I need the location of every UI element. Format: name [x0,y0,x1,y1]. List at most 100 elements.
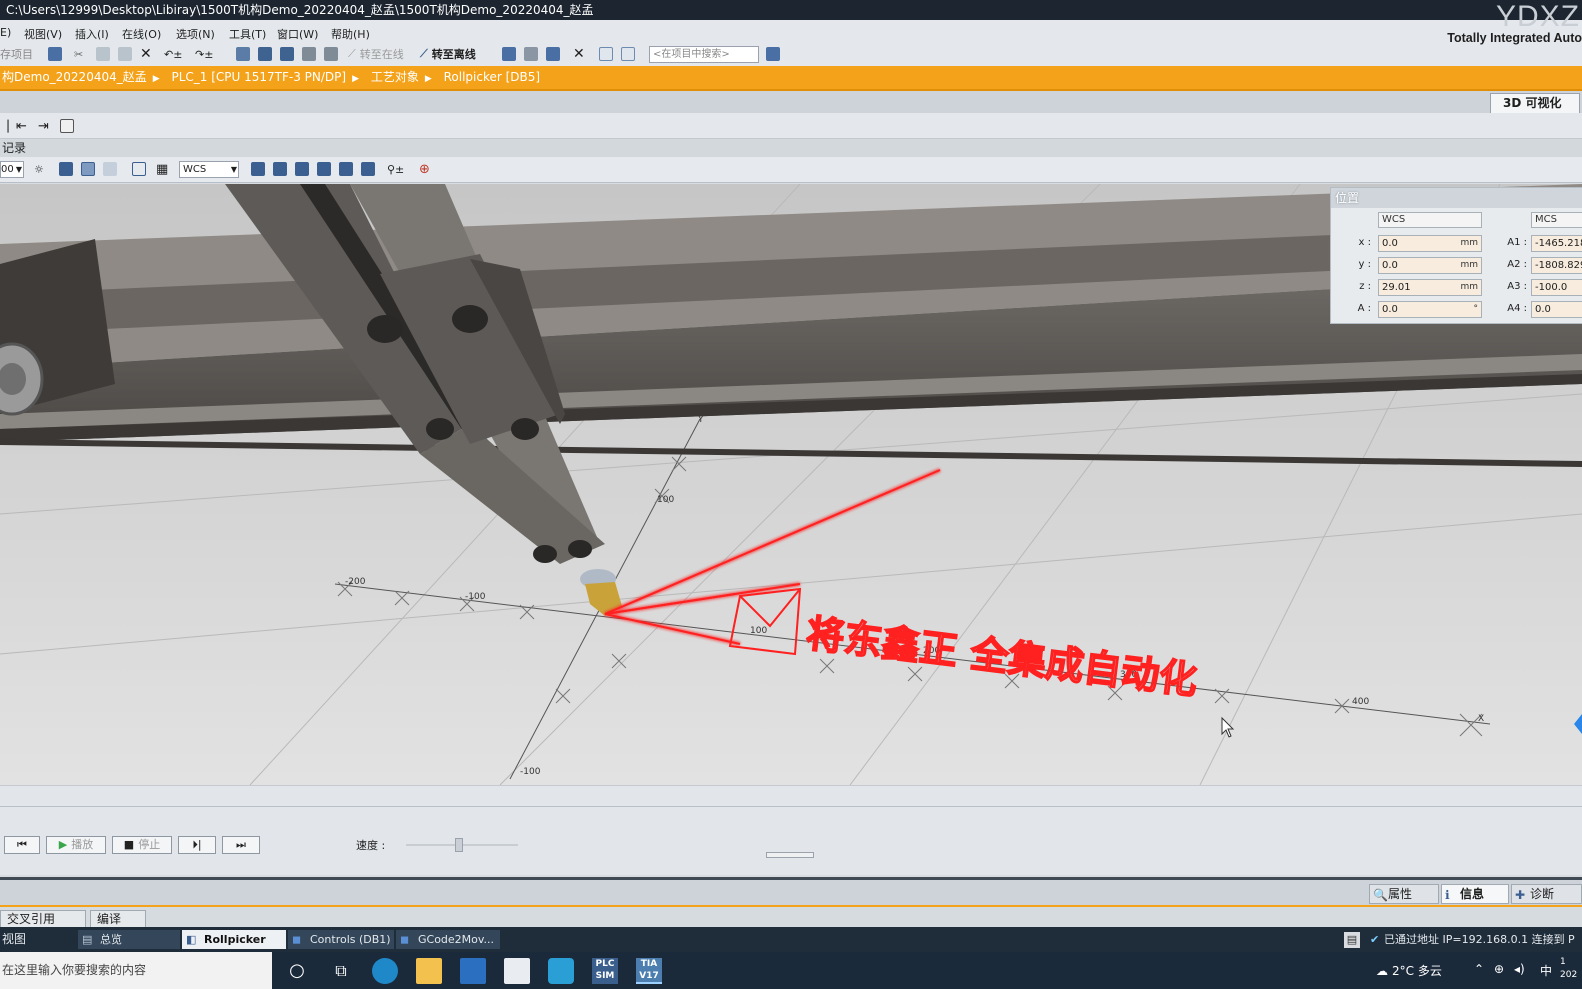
trace-settings-icon[interactable]: ⚲± [387,160,404,178]
tab-properties[interactable]: 🔍 属性 [1369,884,1439,904]
tab-compile[interactable]: 编译 [90,910,146,928]
network-icon[interactable]: ⊕ [1494,962,1504,976]
portal-tab-controls[interactable]: ◼ Controls (DB1) [288,930,394,949]
light-icon[interactable]: ☼ [34,160,44,178]
menu-options[interactable]: 选项(N) [176,26,215,42]
transparent-view-icon[interactable] [81,160,95,178]
cut-icon[interactable]: ✂ [74,45,83,63]
inspector-tab-strip: 🔍 属性 ℹ 信息 ✚ 诊断 [0,877,1582,905]
ime-indicator[interactable]: 中 [1540,962,1552,979]
redo-icon[interactable]: ↷± [195,45,213,63]
taskbar-search-input[interactable]: 在这里输入你要搜索的内容 [0,952,272,989]
close-editor-icon[interactable]: ✕ [573,45,585,63]
portal-tab-gcode2mov[interactable]: ◼ GCode2Mov... [396,930,500,949]
status-pane-icon[interactable]: ▤ [1344,932,1360,948]
tab-3d-visualization[interactable]: 3D 可视化 [1490,93,1580,113]
delete-icon[interactable]: ✕ [140,45,152,63]
window-title-bar: C:\Users\12999\Desktop\Libiray\1500T机构De… [0,0,1582,20]
copy-icon[interactable] [96,45,110,63]
fit-view-icon[interactable] [132,160,146,178]
check-icon: ✔ [1370,933,1380,946]
edge-icon[interactable] [372,958,398,984]
tab-info[interactable]: ℹ 信息 [1441,884,1509,904]
compile-icon[interactable] [236,45,250,63]
tia-portal-icon[interactable]: TIA V17 [636,958,662,984]
tray-chevron-icon[interactable]: ⌃ [1474,962,1484,976]
portal-tab-rollpicker[interactable]: ◧ Rollpicker [182,930,286,949]
app-icon[interactable] [548,958,574,984]
3d-viewport[interactable]: Y 100 -200 -100 100 200 300 400 X -100 将… [0,184,1582,785]
undo-icon[interactable]: ↶± [164,45,182,63]
axis-label-x-400: 400 [1352,697,1369,707]
paste-icon[interactable] [118,45,132,63]
cortana-icon[interactable]: ○ [284,958,310,984]
view-top-icon[interactable] [339,160,353,178]
tab-diagnostics[interactable]: ✚ 诊断 [1511,884,1582,904]
store-icon[interactable] [460,958,486,984]
divider [0,806,1582,807]
portal-bar: 视图 ▤ 总览 ◧ Rollpicker ◼ Controls (DB1) ◼ GCod… [0,927,1582,952]
menu-view[interactable]: 视图(V) [24,26,62,42]
pos-value-a4: 0.0 [1531,301,1582,318]
trace-clear-icon[interactable]: ⊕ [419,160,430,178]
project-search-input[interactable]: <在项目中搜索> [649,46,759,63]
breadcrumb-rollpicker[interactable]: Rollpicker [DB5] [444,66,540,89]
breadcrumb-technology-objects[interactable]: 工艺对象 [371,66,419,89]
record-section-header[interactable]: 记录 [0,139,1582,157]
splitter-handle[interactable] [766,852,814,858]
view-right-icon[interactable] [317,160,331,178]
frame-view-icon[interactable] [103,160,117,178]
file-explorer-icon[interactable] [416,958,442,984]
play-button[interactable]: ▶ 播放 [46,836,106,854]
split-vertical-icon[interactable] [621,45,635,63]
tab-cross-reference[interactable]: 交叉引用 [0,910,86,928]
upload-icon[interactable] [280,45,294,63]
task-view-icon[interactable]: ⧉ [328,958,354,984]
coordinate-system-select[interactable]: WCS ▼ [179,161,239,178]
simulation-icon[interactable] [324,45,338,63]
menu-project[interactable]: E) [0,26,11,39]
mail-icon[interactable] [504,958,530,984]
view-back-icon[interactable] [273,160,287,178]
menu-insert[interactable]: 插入(I) [75,26,109,42]
binoculars-icon[interactable] [766,45,780,63]
accessible-devices-icon[interactable] [502,45,516,63]
speed-slider-thumb[interactable] [454,838,463,852]
menu-bar: E) 视图(V) 插入(I) 在线(O) 选项(N) 工具(T) 窗口(W) 帮… [0,2,1582,68]
menu-window[interactable]: 窗口(W) [277,26,318,42]
grid-icon[interactable]: ▦ [156,160,168,178]
menu-help[interactable]: 帮助(H) [331,26,370,42]
skip-to-end-button[interactable]: ⏭ [222,836,260,854]
download-icon[interactable] [258,45,272,63]
view-left-icon[interactable] [295,160,309,178]
print-icon[interactable] [48,45,62,63]
go-offline-button[interactable]: ⟋ 转至离线 [420,45,476,63]
clock[interactable]: 1 202 [1560,956,1577,982]
forward-icon[interactable]: ⇥ [38,117,49,135]
skip-to-start-button[interactable]: ⏮ [4,836,40,854]
nav-stub-icon[interactable]: ▕ [0,117,8,135]
weather-widget[interactable]: ☁ 2°C 多云 [1376,962,1442,979]
plcsim-icon[interactable]: PLC SIM [592,958,618,984]
save-project-button[interactable]: 存项目 [0,45,33,63]
go-online-button[interactable]: ⟋ 转至在线 [348,45,404,63]
open-object-icon[interactable] [60,117,74,135]
solid-view-icon[interactable] [59,160,73,178]
back-icon[interactable]: ⇤ [16,117,27,135]
breadcrumb-project[interactable]: 构Demo_20220404_赵孟 [2,66,147,89]
split-horizontal-icon[interactable] [599,45,613,63]
step-forward-button[interactable]: ⏵| [178,836,216,854]
view-iso-icon[interactable] [361,160,375,178]
stop-button[interactable]: ■ 停止 [112,836,172,854]
view-front-icon[interactable] [251,160,265,178]
cross-reference-icon[interactable] [524,45,538,63]
menu-tools[interactable]: 工具(T) [229,26,266,42]
breadcrumb-plc[interactable]: PLC_1 [CPU 1517TF-3 PN/DP] [171,66,346,89]
zoom-select[interactable]: 00 ▼ [0,161,24,178]
monitor-icon[interactable] [546,45,560,63]
menu-online[interactable]: 在线(O) [122,26,161,42]
volume-icon[interactable]: ◂) [1514,962,1525,976]
portal-view-button[interactable]: 视图 [0,930,26,949]
portal-tab-overview[interactable]: ▤ 总览 [78,930,180,949]
device-icon[interactable] [302,45,316,63]
